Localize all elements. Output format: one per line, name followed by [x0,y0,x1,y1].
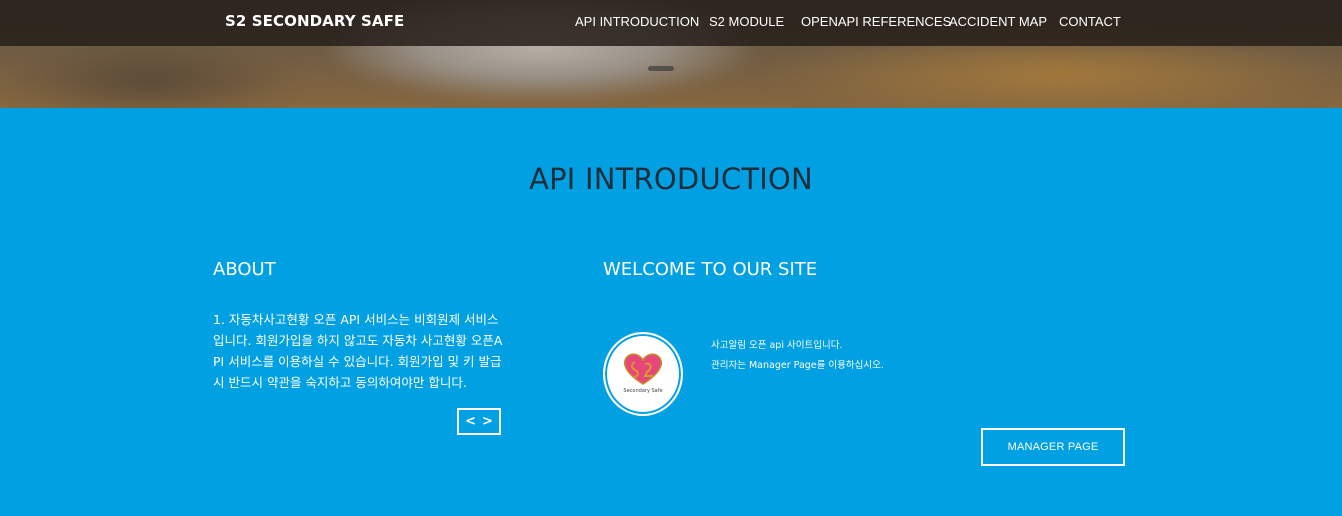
chevron-right-icon[interactable]: > [482,415,493,428]
nav-item-api-introduction[interactable]: API INTRODUCTION [575,14,699,29]
welcome-heading: WELCOME TO OUR SITE [603,259,818,280]
carousel-control[interactable]: < > [457,408,501,435]
logo-caption: Secondary Safe [623,388,663,394]
chevron-left-icon[interactable]: < [465,415,476,428]
welcome-line-1: 사고알림 오픈 api 사이트입니다. [711,340,843,351]
welcome-line-2: 관리자는 Manager Page를 이용하십시오. [711,360,884,371]
top-navbar: S2 SECONDARY SAFE API INTRODUCTION S2 MO… [0,0,1342,46]
section-title: API INTRODUCTION [529,162,813,196]
manager-page-button[interactable]: MANAGER PAGE [981,428,1125,466]
nav-item-s2-module[interactable]: S2 MODULE [709,14,784,29]
nav-item-openapi-references[interactable]: OPENAPI REFERENCES [801,14,951,29]
nav-item-contact[interactable]: CONTACT [1059,14,1121,29]
heart-logo-icon [623,353,663,385]
secondary-safe-logo: Secondary Safe [603,332,683,416]
about-heading: ABOUT [213,259,276,280]
welcome-text: 사고알림 오픈 api 사이트입니다. 관리자는 Manager Page를 이… [711,336,884,376]
brand-logo-text[interactable]: S2 SECONDARY SAFE [225,12,404,30]
nav-item-accident-map[interactable]: ACCIDENT MAP [949,14,1047,29]
about-text: 1. 자동차사고현황 오픈 API 서비스는 비회원제 서비스입니다. 회원가입… [213,312,503,390]
